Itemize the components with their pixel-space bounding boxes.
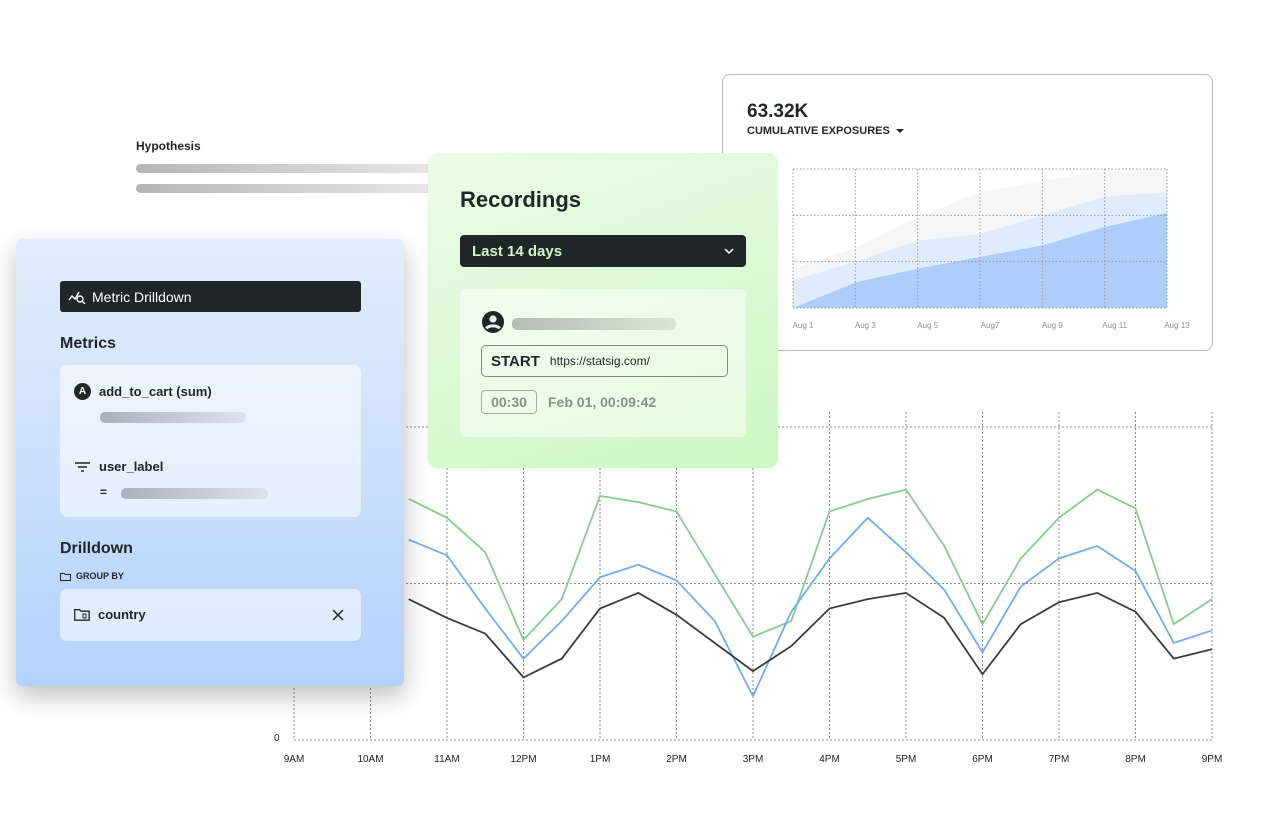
x-tick-label: 9PM [1202,754,1223,765]
series-line-2 [408,591,1213,679]
x-tick-label: Aug7 [981,321,1000,330]
folder-icon [74,609,90,621]
filter-value-placeholder-bar [121,488,268,499]
x-tick-label: 4PM [819,754,840,765]
metrics-title: Metrics [60,335,117,352]
hypothesis-label: Hypothesis [136,139,201,153]
x-tick-label: Aug 3 [855,321,876,330]
start-url-field: START https://statsig.com/ [481,345,728,377]
filter-field: user_label [99,459,164,474]
exposures-card: 63.32K CUMULATIVE EXPOSURES Aug 1 Aug 3 Au… [722,74,1213,351]
recording-item[interactable]: START https://statsig.com/ 00:30 Feb 01, … [460,289,746,437]
x-tick-label: 5PM [896,754,917,765]
chart-search-icon [68,291,86,304]
x-tick-label: Aug 11 [1102,321,1127,330]
metric-config-box[interactable]: Aadd_to_cart (sum) user_label = [60,365,361,517]
user-avatar-icon [482,311,504,333]
x-tick-label: 9AM [284,754,305,765]
y-tick-label: 0 [274,733,280,744]
x-tick-label: 1PM [590,754,611,765]
date-range-value: Last 14 days [472,242,563,260]
x-tick-label: 6PM [972,754,993,765]
metric-badge: A [74,383,91,400]
duration-badge: 00:30 [481,390,537,414]
hypothesis-placeholder-bar [136,184,436,193]
metric-drilldown-title: Metric Drilldown [92,288,192,305]
x-tick-label: 10AM [357,754,383,765]
drilldown-title: Drilldown [60,540,133,557]
hypothesis-placeholder-bar [136,164,436,173]
x-tick-label: 7PM [1049,754,1070,765]
x-tick-label: Aug 5 [917,321,938,330]
group-by-chip[interactable]: country [60,589,361,641]
cumulative-exposures-chart: Aug 1 Aug 3 Aug 5 Aug7 Aug 9 Aug 11 Aug 13 [792,168,1190,330]
user-placeholder-bar [512,318,676,330]
chevron-down-icon [724,248,734,254]
x-tick-label: 2PM [666,754,687,765]
series-line-1 [408,516,1213,699]
close-icon[interactable] [332,609,344,621]
recordings-title: Recordings [460,187,582,212]
x-tick-label: Aug 1 [793,321,814,330]
recordings-card: Recordings Last 14 days START https://sta… [428,153,778,468]
metric-drilldown-panel: Metric Drilldown Metrics Aadd_to_cart (s… [16,239,404,686]
x-tick-label: 8PM [1125,754,1146,765]
group-by-label: GROUP BY [76,571,124,581]
start-label: START [491,352,540,370]
x-tick-label: 12PM [510,754,536,765]
series-line-0 [408,488,1213,642]
recording-timestamp: Feb 01, 00:09:42 [548,394,657,410]
start-url: https://statsig.com/ [549,354,650,368]
filter-operator: = [100,485,108,499]
x-tick-label: Aug 13 [1164,321,1190,330]
metric-name: add_to_cart (sum) [99,384,212,399]
folder-icon [60,572,71,581]
date-range-select[interactable]: Last 14 days [460,235,746,267]
filter-icon [75,461,90,472]
x-tick-label: 11AM [434,754,459,765]
x-tick-label: Aug 9 [1042,321,1063,330]
x-tick-label: 3PM [743,754,764,765]
metric-drilldown-header[interactable]: Metric Drilldown [60,281,361,312]
metric-placeholder-bar [100,412,246,423]
group-by-value: country [98,607,146,622]
